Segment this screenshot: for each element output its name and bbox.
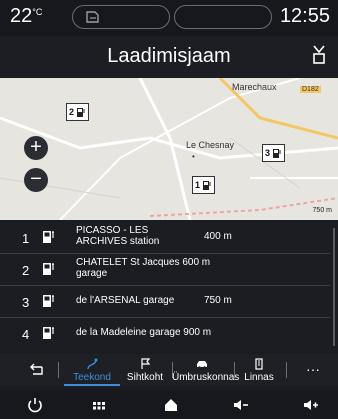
more-icon: ··· — [306, 361, 320, 377]
tab-separator — [58, 362, 59, 378]
clock: 12:55 — [279, 5, 330, 27]
station-row-1[interactable]: 1 PICASSO - LES ARCHIVES station 400 m — [0, 222, 330, 254]
marker-number: 1 — [195, 180, 201, 190]
station-name: PICASSO - LES ARCHIVES station — [76, 225, 160, 247]
header: Laadimisjaam — [0, 36, 338, 78]
tab-label: Ümbruskonnas — [172, 372, 240, 383]
charger-icon — [43, 263, 54, 275]
flag-icon — [141, 358, 151, 369]
zoom-out-button[interactable]: − — [24, 168, 48, 192]
marker-number: 3 — [265, 148, 271, 158]
back-arrow-icon[interactable] — [28, 363, 44, 377]
charger-icon — [43, 295, 54, 307]
tab-label: Linnas — [244, 372, 274, 383]
volume-down-icon[interactable] — [232, 396, 250, 414]
outside-temperature: 22°C — [10, 5, 42, 28]
source-pill-right[interactable] — [174, 5, 272, 29]
map-roads — [0, 78, 338, 220]
station-name: CHATELET St Jacques 600 m garage — [76, 257, 211, 279]
building-icon — [255, 358, 263, 370]
station-index: 4 — [22, 327, 30, 342]
tab-label: Sihtkoht — [126, 372, 164, 383]
car-icon — [197, 361, 207, 369]
station-index: 3 — [22, 295, 30, 310]
tab-bar: Teekond Sihtkoht Ümbruskonnas Linnas ··· — [0, 354, 338, 386]
status-bar: 22°C 12:55 — [0, 0, 338, 36]
tab-sihtkoht[interactable]: Sihtkoht — [120, 354, 170, 386]
active-tab-indicator — [64, 384, 120, 386]
station-list: 1 PICASSO - LES ARCHIVES station 400 m 2… — [0, 222, 338, 352]
map-road-label: D182 — [300, 86, 321, 93]
zoom-in-button[interactable]: + — [24, 136, 48, 160]
home-icon[interactable] — [162, 396, 180, 414]
temperature-value: 22 — [10, 5, 33, 27]
station-distance: 750 m — [204, 295, 232, 306]
tab-separator — [234, 362, 235, 378]
tab-teekond[interactable]: Teekond — [64, 354, 120, 386]
tab-umbruskonnas[interactable]: Ümbruskonnas — [172, 354, 240, 386]
marker-number: 2 — [69, 107, 75, 117]
station-row-4[interactable]: 4 de la Madeleine garage 900 m — [0, 318, 330, 349]
tab-linnas[interactable]: Linnas — [236, 354, 282, 386]
map-station-marker-1[interactable]: 1 — [192, 176, 216, 194]
map-location-dot: • — [192, 152, 195, 161]
more-options-button[interactable]: ··· — [298, 354, 328, 386]
map-view[interactable]: Marechaux D182 Le Chesnay • 2 3 1 + − 75… — [0, 78, 338, 220]
route-icon — [87, 358, 98, 370]
station-distance: 400 m — [204, 231, 232, 242]
station-name: de la Madeleine garage 900 m — [76, 327, 212, 338]
apps-grid-icon[interactable] — [90, 396, 108, 414]
volume-up-icon[interactable] — [302, 396, 320, 414]
tab-label: Teekond — [73, 372, 111, 383]
charger-icon — [273, 148, 281, 158]
source-pill-left[interactable] — [72, 5, 170, 29]
power-icon[interactable] — [26, 396, 44, 414]
list-scrollbar[interactable] — [333, 228, 335, 346]
charger-icon — [77, 107, 85, 117]
station-row-3[interactable]: 3 de l'ARSENAL garage 750 m — [0, 286, 330, 318]
station-name: de l'ARSENAL garage — [76, 295, 175, 306]
station-row-2[interactable]: 2 CHATELET St Jacques 600 m garage — [0, 254, 330, 286]
map-place-label: Le Chesnay — [186, 140, 235, 150]
system-bar — [0, 390, 338, 419]
charger-icon — [203, 180, 211, 190]
map-station-marker-3[interactable]: 3 — [262, 144, 286, 162]
page-title: Laadimisjaam — [107, 45, 231, 67]
tab-separator — [286, 362, 287, 378]
station-index: 1 — [22, 231, 30, 246]
charger-icon — [43, 327, 54, 339]
map-scale: 750 m — [312, 207, 332, 214]
map-place-label-north: Marechaux — [232, 82, 277, 92]
station-index: 2 — [22, 263, 30, 278]
temperature-unit: °C — [32, 7, 43, 17]
charger-icon — [43, 231, 54, 243]
map-station-marker-2[interactable]: 2 — [66, 103, 90, 121]
media-source-icon — [86, 11, 99, 23]
charging-pin-icon[interactable] — [310, 44, 328, 66]
